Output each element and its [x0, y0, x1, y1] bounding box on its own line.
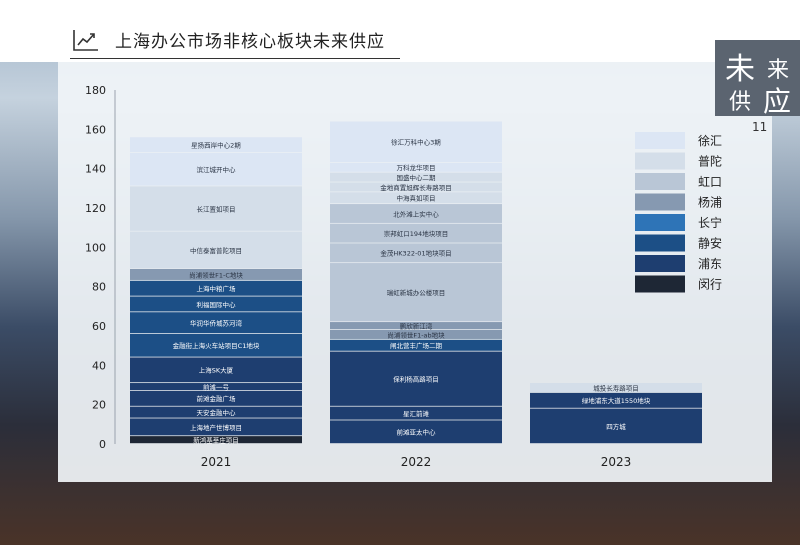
segment-label: 上海地产世博项目	[190, 423, 242, 432]
x-category-label: 2022	[401, 455, 432, 469]
x-category-label: 2021	[201, 455, 232, 469]
legend-label: 长宁	[698, 215, 722, 230]
segment-label: 保利杨高路项目	[393, 375, 439, 384]
segment-label: 万科龙华项目	[397, 163, 436, 172]
y-tick-label: 180	[85, 84, 106, 97]
segment-label: 中信泰富普陀项目	[190, 246, 242, 255]
segment-label: 尚浦领世F1-ab地块	[387, 330, 445, 339]
segment-label: 金融街上海火车站项目C1地块	[173, 341, 260, 350]
segment-label: 金地商置旭辉长寿路项目	[380, 183, 452, 192]
segment-label: 四方城	[606, 422, 626, 431]
segment-label: 闸北营丰广场二期	[390, 341, 443, 350]
legend-label: 徐汇	[698, 133, 722, 148]
legend-swatch	[635, 275, 685, 293]
y-tick-label: 20	[92, 399, 106, 412]
legend-swatch	[635, 193, 685, 211]
legend-label: 虹口	[698, 175, 722, 189]
segment-label: 星扬西岸中心2期	[191, 141, 241, 150]
y-tick-label: 120	[85, 202, 106, 215]
segment-label: 瑞虹新城办公楼项目	[387, 288, 446, 297]
segment-label: 天安金融中心	[197, 408, 237, 417]
legend-swatch	[635, 214, 685, 231]
segment-label: 长江置如项目	[197, 204, 236, 213]
segment-label: 鹏欣新江湾	[400, 321, 433, 330]
y-tick-label: 40	[92, 359, 106, 372]
legend-label: 静安	[698, 236, 722, 251]
segment-label: 华润华侨城苏河湾	[190, 319, 243, 328]
segment-label: 中海真如项目	[397, 194, 436, 203]
segment-label: 上海SK大厦	[199, 366, 234, 375]
legend-label: 杨浦	[698, 195, 722, 210]
segment-label: 绿地浦东大道1550地块	[582, 396, 651, 405]
segment-label: 新鸿基莘庄项目	[193, 436, 239, 445]
segment-label: 前滩亚太中心	[397, 428, 437, 437]
x-category-label: 2023	[601, 455, 632, 469]
y-tick-label: 60	[92, 320, 106, 333]
legend-swatch	[635, 173, 685, 190]
segment-label: 利福国际中心	[197, 300, 237, 309]
segment-label: 滨江城开中心	[197, 165, 237, 174]
legend-swatch	[635, 132, 685, 149]
stacked-bar-chart: 0 20 40 60 80 100 120 140 160 180 新鸿基莘庄项目上海地产世博项目天…	[85, 84, 722, 469]
segment-label: 金茂HK322-01地块项目	[380, 249, 451, 258]
y-tick-label: 0	[99, 438, 106, 451]
legend-swatch	[635, 255, 685, 272]
segment-label: 崇邦虹口194地块项目	[384, 229, 448, 238]
segment-label: 尚浦领世F1-C地块	[189, 270, 243, 279]
y-tick-label: 140	[85, 163, 106, 176]
segment-label: 前滩金融广场	[197, 394, 237, 403]
segment-label: 国盛中心二期	[397, 173, 437, 182]
legend-swatch	[635, 234, 685, 252]
segment-label: 上海中粮广场	[197, 284, 237, 293]
legend-label: 普陀	[698, 154, 722, 169]
segment-label: 徐汇万科中心3期	[391, 138, 441, 147]
segment-label: 星汇前滩	[403, 409, 430, 418]
legend-label: 浦东	[698, 257, 722, 271]
legend-label: 闵行	[698, 277, 722, 292]
y-tick-label: 100	[85, 241, 106, 254]
segment-label: 前滩一号	[203, 382, 230, 391]
legend-swatch	[635, 152, 685, 170]
segment-label: 北外滩上实中心	[393, 209, 439, 218]
y-tick-label: 80	[92, 281, 106, 294]
segment-label: 城投长寿路项目	[593, 383, 639, 392]
y-tick-label: 160	[85, 123, 106, 136]
